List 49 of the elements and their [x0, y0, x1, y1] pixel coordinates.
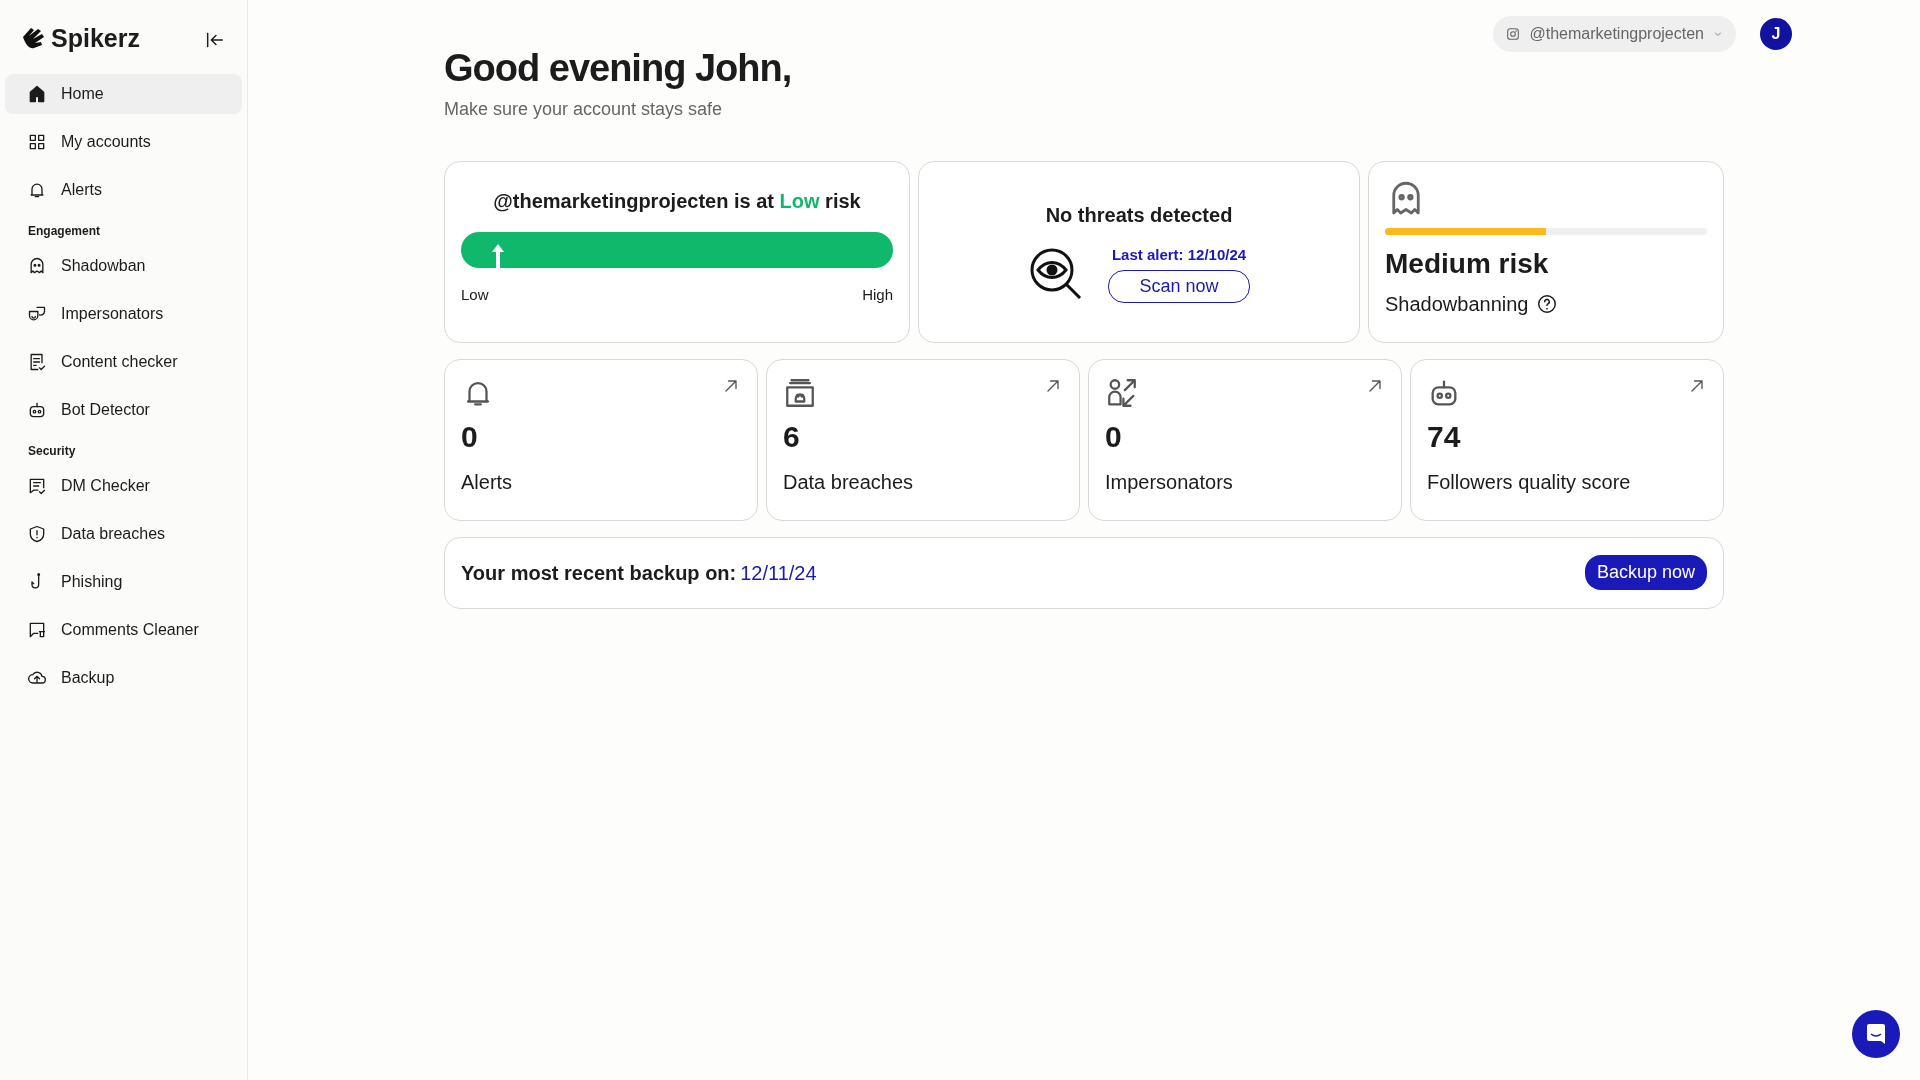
logo-icon: [21, 26, 47, 51]
stat-value: 0: [461, 418, 479, 455]
stat-label: Data breaches: [783, 469, 915, 495]
instagram-icon: [1505, 26, 1522, 42]
sidebar-item[interactable]: My accounts: [5, 121, 242, 162]
sidebar-item[interactable]: DM Checker: [5, 465, 242, 506]
backup-now-button[interactable]: Backup now: [1584, 555, 1707, 591]
stat-card[interactable]: 0 Impersonators: [1088, 358, 1402, 521]
sidebar-item[interactable]: Phishing: [5, 561, 242, 602]
user-avatar[interactable]: J: [1760, 18, 1792, 50]
low-label: Low: [461, 284, 489, 305]
stat-value: 0: [1105, 418, 1123, 455]
backup-date: 12/11/24: [740, 560, 817, 586]
stat-card[interactable]: 0 Alerts: [444, 358, 758, 521]
section-heading: Security: [27, 442, 77, 460]
stat-card[interactable]: 74 Followers quality score: [1410, 358, 1724, 521]
stat-label: Impersonators: [1105, 469, 1234, 495]
sidebar-item[interactable]: Alerts: [5, 169, 242, 210]
risk-title: @themarketingprojecten is at Low risk: [492, 188, 862, 214]
sidebar-item[interactable]: Shadowban: [5, 245, 242, 286]
brand-name: Spikerz: [51, 23, 140, 54]
sidebar-item[interactable]: Backup: [5, 657, 242, 698]
sidebar-item[interactable]: Comments Cleaner: [5, 609, 242, 650]
shadowbanning-label: Shadowbanning: [1385, 291, 1529, 317]
stat-value: 74: [1427, 418, 1462, 455]
shield-icon: [27, 523, 47, 544]
sidebar-item[interactable]: Data breaches: [5, 513, 242, 554]
backup-label: Your most recent backup on:: [461, 560, 737, 586]
threats-title: No threats detected: [1045, 202, 1233, 228]
help-icon: [1536, 292, 1559, 315]
last-alert-text: Last alert: 12/10/24: [1111, 244, 1247, 265]
chat-button[interactable]: [1852, 1010, 1900, 1058]
sidebar-item[interactable]: Bot Detector: [5, 389, 242, 430]
greeting-title: Good evening John,: [444, 46, 793, 91]
section-heading: Engagement: [27, 222, 101, 240]
high-label: High: [862, 284, 893, 305]
stat-label: Alerts: [461, 469, 514, 495]
chat-icon: [1865, 1023, 1887, 1045]
sidebar-item[interactable]: Content checker: [5, 341, 242, 382]
sidebar-item[interactable]: Impersonators: [5, 293, 242, 334]
stat-label: Followers quality score: [1427, 469, 1632, 495]
home-icon: [27, 83, 47, 104]
greeting-subtitle: Make sure your account stays safe: [444, 97, 724, 121]
sidebar-item[interactable]: Home: [5, 73, 242, 114]
stat-value: 6: [783, 418, 801, 455]
risk-level: Medium risk: [1385, 246, 1550, 281]
stat-card[interactable]: 6 Data breaches: [766, 358, 1080, 521]
account-selector[interactable]: @themarketingprojecten: [1493, 16, 1736, 52]
scan-now-button[interactable]: Scan now: [1108, 270, 1250, 304]
